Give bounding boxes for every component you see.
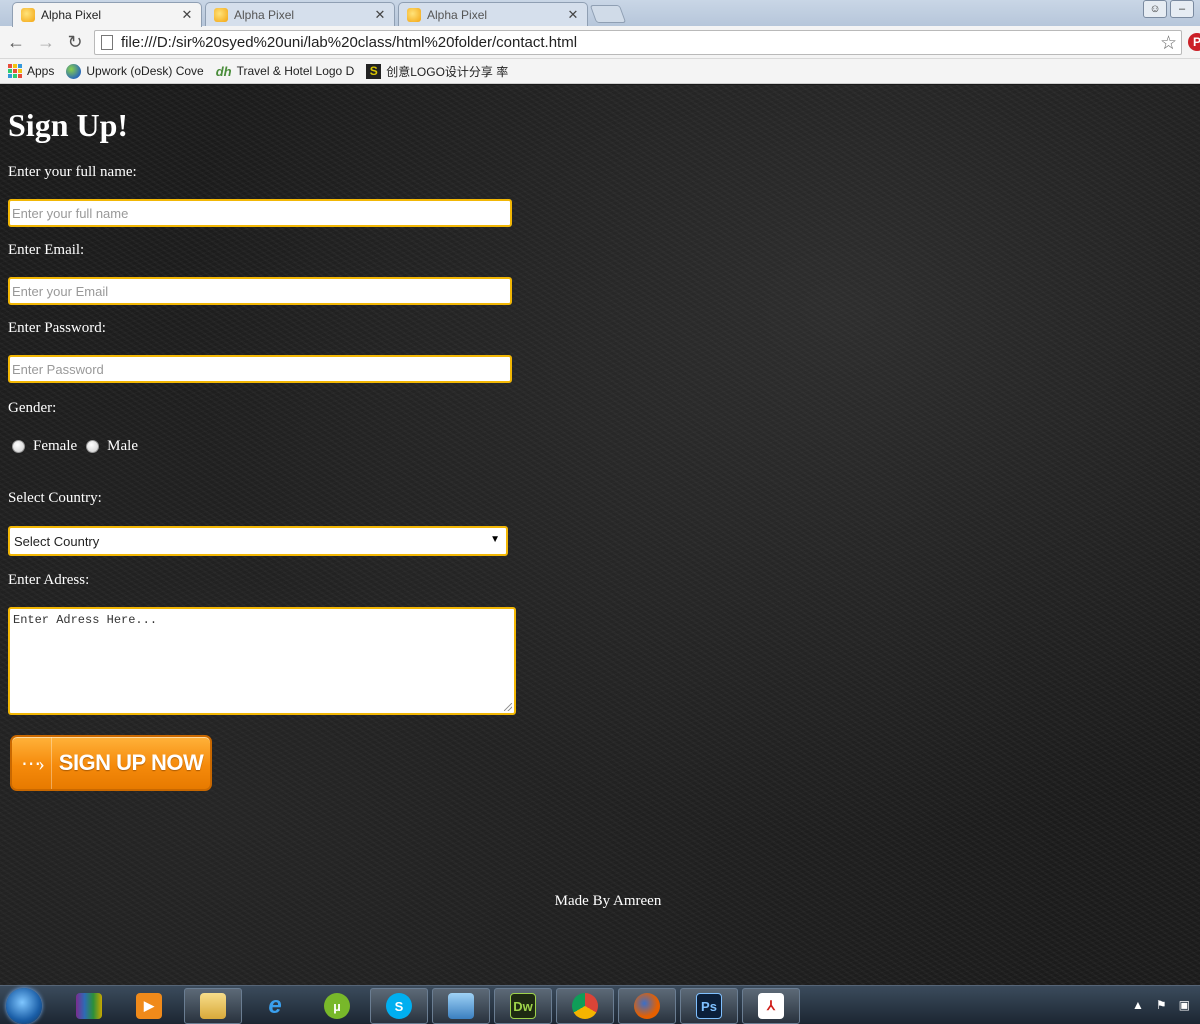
page-icon xyxy=(101,35,113,50)
url-text: file:///D:/sir%20syed%20uni/lab%20class/… xyxy=(121,34,578,51)
browser-tab-bar: Alpha Pixel ✕ Alpha Pixel ✕ Alpha Pixel … xyxy=(0,0,1200,27)
address-placeholder: Enter Adress Here... xyxy=(13,613,158,627)
winrar-icon xyxy=(76,993,102,1019)
back-arrow-icon[interactable]: ← xyxy=(4,31,28,53)
password-label: Enter Password: xyxy=(8,320,106,336)
bookmark-travel-hotel-logo[interactable]: dh Travel & Hotel Logo D xyxy=(216,64,355,79)
taskbar-skype[interactable]: S xyxy=(370,988,428,1024)
system-tray: ▲ ⚑ ▣ xyxy=(1132,998,1190,1012)
tab-title: Alpha Pixel xyxy=(234,7,295,22)
resize-handle-icon[interactable] xyxy=(504,703,512,711)
sign-up-now-button[interactable]: ⋯› SIGN UP NOW xyxy=(10,735,212,791)
photo-viewer-icon xyxy=(448,993,474,1019)
password-input[interactable] xyxy=(8,355,512,383)
dreamweaver-icon: Dw xyxy=(510,993,536,1019)
utorrent-icon: µ xyxy=(324,993,350,1019)
alpha-pixel-favicon-icon xyxy=(21,8,35,22)
photoshop-icon: Ps xyxy=(696,993,722,1019)
bookmark-apps[interactable]: Apps xyxy=(8,64,54,78)
country-select[interactable]: Select Country ▼ xyxy=(8,526,508,556)
new-tab-button[interactable] xyxy=(589,5,627,23)
upwork-globe-icon xyxy=(66,63,82,79)
tab-alpha-pixel-3[interactable]: Alpha Pixel ✕ xyxy=(398,2,588,26)
taskbar-chrome[interactable] xyxy=(556,988,614,1024)
male-radio-label: Male xyxy=(107,438,138,454)
windows-taskbar: ▶ e µ S Dw Ps ⅄ ▲ ⚑ ▣ xyxy=(0,985,1200,1024)
taskbar-acrobat[interactable]: ⅄ xyxy=(742,988,800,1024)
taskbar-photo-viewer[interactable] xyxy=(432,988,490,1024)
taskbar-dreamweaver[interactable]: Dw xyxy=(494,988,552,1024)
taskbar-winrar[interactable] xyxy=(60,988,118,1024)
skype-icon: S xyxy=(386,993,412,1019)
media-player-icon: ▶ xyxy=(136,993,162,1019)
bookmark-label: Apps xyxy=(27,64,55,78)
bookmark-label: Travel & Hotel Logo D xyxy=(236,64,355,78)
tab-title: Alpha Pixel xyxy=(427,7,488,22)
bookmarks-bar: Apps Upwork (oDesk) Cove dh Travel & Hot… xyxy=(0,59,1200,84)
close-icon[interactable]: ✕ xyxy=(565,7,581,23)
close-icon[interactable]: ✕ xyxy=(179,7,195,23)
bookmark-upwork[interactable]: Upwork (oDesk) Cove xyxy=(66,63,204,79)
taskbar-internet-explorer[interactable]: e xyxy=(246,988,304,1024)
tab-alpha-pixel-1[interactable]: Alpha Pixel ✕ xyxy=(12,2,202,27)
sign-up-now-label: SIGN UP NOW xyxy=(58,750,204,775)
address-label: Enter Adress: xyxy=(8,572,90,588)
network-icon[interactable]: ▣ xyxy=(1179,998,1190,1012)
footer-credit: Made By Amreen xyxy=(554,893,662,909)
dotted-arrow-icon: ⋯› xyxy=(12,737,52,789)
taskbar-photoshop[interactable]: Ps xyxy=(680,988,738,1024)
male-radio[interactable] xyxy=(86,440,100,453)
browser-toolbar: ← → ↻ file:///D:/sir%20syed%20uni/lab%20… xyxy=(0,26,1200,59)
alpha-pixel-favicon-icon xyxy=(407,7,421,22)
alpha-pixel-favicon-icon xyxy=(214,7,228,22)
reload-icon[interactable]: ↻ xyxy=(63,31,87,53)
minimize-button[interactable]: – xyxy=(1170,0,1194,18)
gender-radio-group: Female Male xyxy=(12,438,147,455)
tab-title: Alpha Pixel xyxy=(41,8,102,22)
name-label: Enter your full name: xyxy=(8,164,137,180)
apps-grid-icon xyxy=(8,64,22,78)
action-center-flag-icon[interactable]: ⚑ xyxy=(1156,998,1167,1012)
forward-arrow-icon[interactable]: → xyxy=(34,31,58,53)
bookmark-logo-design[interactable]: S 创意LOGO设计分享 率 xyxy=(366,63,508,80)
full-name-input[interactable] xyxy=(8,199,512,227)
country-select-value: Select Country xyxy=(14,533,100,549)
address-textarea[interactable]: Enter Adress Here... xyxy=(8,607,516,715)
bookmark-label: Upwork (oDesk) Cove xyxy=(86,64,204,78)
page-content: Sign Up! Enter your full name: Enter Ema… xyxy=(0,85,1200,985)
close-icon[interactable]: ✕ xyxy=(372,7,388,23)
dh-logo-icon: dh xyxy=(215,63,232,79)
windows-start-icon[interactable] xyxy=(6,988,42,1024)
email-input[interactable] xyxy=(8,277,512,305)
bookmark-label: 创意LOGO设计分享 率 xyxy=(386,64,509,79)
user-profile-icon[interactable]: ☺ xyxy=(1143,0,1167,18)
email-label: Enter Email: xyxy=(8,242,85,258)
pinterest-icon[interactable]: P xyxy=(1188,33,1200,51)
taskbar-firefox[interactable] xyxy=(618,988,676,1024)
gender-label: Gender: xyxy=(8,400,57,416)
taskbar-file-explorer[interactable] xyxy=(184,988,242,1024)
chrome-icon xyxy=(572,993,598,1019)
bookmark-star-icon[interactable]: ☆ xyxy=(1160,32,1177,55)
show-hidden-icons-icon[interactable]: ▲ xyxy=(1132,998,1144,1012)
taskbar-media-player[interactable]: ▶ xyxy=(120,988,178,1024)
page-title: Sign Up! xyxy=(8,107,129,143)
acrobat-icon: ⅄ xyxy=(758,993,784,1019)
firefox-icon xyxy=(634,993,660,1019)
tab-alpha-pixel-2[interactable]: Alpha Pixel ✕ xyxy=(205,2,395,26)
taskbar-utorrent[interactable]: µ xyxy=(308,988,366,1024)
dropdown-arrow-icon: ▼ xyxy=(490,534,500,545)
country-label: Select Country: xyxy=(8,490,102,506)
folder-icon xyxy=(200,993,226,1019)
female-radio[interactable] xyxy=(12,440,25,453)
s-logo-icon: S xyxy=(366,63,382,79)
internet-explorer-icon: e xyxy=(268,992,282,1019)
female-radio-label: Female xyxy=(33,438,78,454)
address-bar[interactable]: file:///D:/sir%20syed%20uni/lab%20class/… xyxy=(94,30,1182,55)
